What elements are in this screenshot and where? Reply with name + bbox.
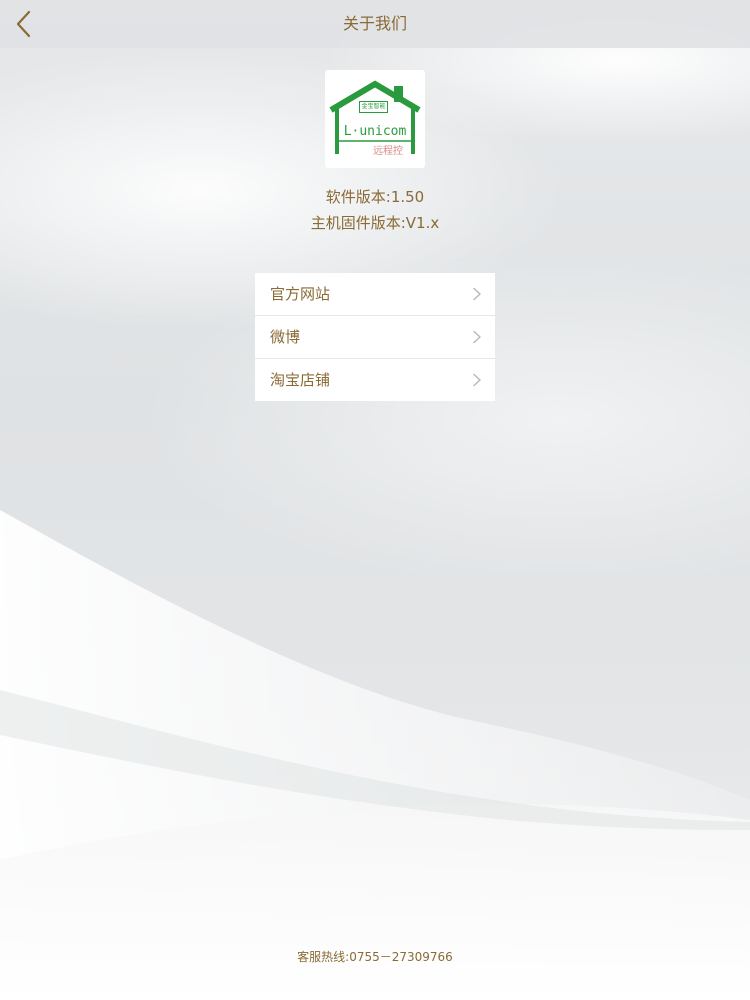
customer-service-hotline: 客服热线:0755－27309766 [297, 950, 453, 964]
app-logo: 金宝智能 L·unicom 远程控 [325, 70, 425, 168]
software-version: 软件版本:1.50 [325, 188, 425, 206]
chevron-right-icon [473, 330, 481, 344]
logo-badge: 金宝智能 [359, 101, 388, 113]
logo-brand-text: L·unicom [343, 124, 407, 139]
logo-subtitle: 远程控 [373, 146, 403, 157]
menu-item-taobao-store[interactable]: 淘宝店铺 [255, 359, 495, 401]
menu-item-official-website[interactable]: 官方网站 [255, 273, 495, 315]
chevron-right-icon [473, 373, 481, 387]
menu-item-label: 官方网站 [270, 285, 331, 303]
page-title: 关于我们 [342, 14, 407, 33]
navigation-bar: 关于我们 [0, 0, 750, 48]
chevron-right-icon [473, 287, 481, 301]
menu-item-weibo[interactable]: 微博 [255, 316, 495, 358]
firmware-version: 主机固件版本:V1.x [310, 214, 440, 232]
menu-item-label: 微博 [270, 328, 301, 346]
links-menu: 官方网站 微博 淘宝店铺 [255, 273, 495, 401]
menu-item-label: 淘宝店铺 [270, 371, 331, 389]
